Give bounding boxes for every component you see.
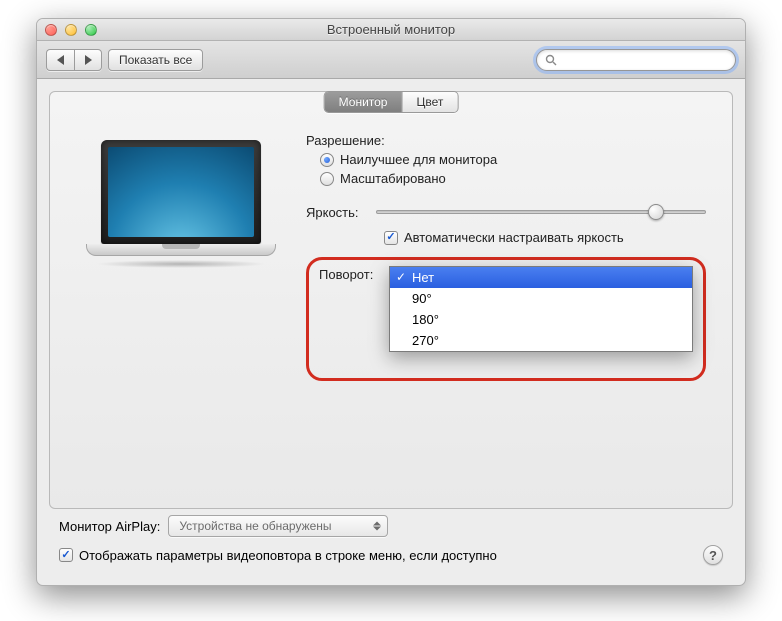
- rotation-label: Поворот:: [319, 266, 379, 282]
- help-button[interactable]: ?: [703, 545, 723, 565]
- laptop-shadow: [96, 260, 266, 268]
- laptop-screen: [108, 147, 254, 237]
- checkbox-icon: ✓: [59, 548, 73, 562]
- back-button[interactable]: [46, 49, 74, 71]
- mirror-row: ✓ Отображать параметры видеоповтора в ст…: [59, 545, 723, 565]
- radio-scaled[interactable]: Масштабировано: [320, 171, 706, 186]
- titlebar: Встроенный монитор: [37, 19, 745, 41]
- search-icon: [545, 54, 557, 66]
- nav-group: [46, 49, 102, 71]
- laptop-notch: [162, 244, 200, 249]
- bottom-area: Монитор AirPlay: Устройства не обнаружен…: [49, 509, 733, 573]
- chevron-right-icon: [85, 55, 92, 65]
- display-preview: [86, 140, 276, 381]
- tab-monitor[interactable]: Монитор: [325, 92, 403, 112]
- airplay-row: Монитор AirPlay: Устройства не обнаружен…: [59, 515, 723, 537]
- tab-bar: Монитор Цвет: [324, 91, 459, 113]
- airplay-label: Монитор AirPlay:: [59, 519, 160, 534]
- slider-track: [376, 210, 706, 214]
- rotation-option-none[interactable]: Нет: [390, 267, 692, 288]
- resolution-row: Разрешение:: [306, 132, 706, 148]
- checkbox-label: Автоматически настраивать яркость: [404, 230, 624, 245]
- rotation-highlight: Поворот: Нет 90° 180° 270°: [306, 257, 706, 381]
- forward-button[interactable]: [74, 49, 102, 71]
- rotation-option-180[interactable]: 180°: [390, 309, 692, 330]
- window-title: Встроенный монитор: [37, 22, 745, 37]
- airplay-select[interactable]: Устройства не обнаружены: [168, 515, 388, 537]
- rotation-option-270[interactable]: 270°: [390, 330, 692, 351]
- rotation-option-90[interactable]: 90°: [390, 288, 692, 309]
- resolution-label: Разрешение:: [306, 132, 385, 148]
- brightness-label: Яркость:: [306, 204, 366, 220]
- laptop-screen-bezel: [101, 140, 261, 244]
- laptop-body: [86, 244, 276, 256]
- main-panel: Монитор Цвет Разрешение:: [49, 91, 733, 509]
- mirror-label: Отображать параметры видеоповтора в стро…: [79, 548, 497, 563]
- airplay-value: Устройства не обнаружены: [179, 519, 331, 533]
- toolbar: Показать все: [37, 41, 745, 79]
- resolution-radio-group: Наилучшее для монитора Масштабировано: [320, 152, 706, 186]
- inner: Разрешение: Наилучшее для монитора Масшт…: [50, 122, 732, 391]
- preferences-window: Встроенный монитор Показать все Монитор …: [36, 18, 746, 586]
- radio-icon: [320, 172, 334, 186]
- show-all-button[interactable]: Показать все: [108, 49, 203, 71]
- content: Монитор Цвет Разрешение:: [37, 79, 745, 585]
- radio-label: Наилучшее для монитора: [340, 152, 497, 167]
- radio-best-for-display[interactable]: Наилучшее для монитора: [320, 152, 706, 167]
- tab-color[interactable]: Цвет: [402, 92, 457, 112]
- mirror-checkbox[interactable]: ✓ Отображать параметры видеоповтора в ст…: [59, 548, 497, 563]
- radio-icon: [320, 153, 334, 167]
- chevron-left-icon: [57, 55, 64, 65]
- rotation-row: Поворот: Нет 90° 180° 270°: [319, 266, 693, 352]
- brightness-slider[interactable]: [376, 210, 706, 214]
- select-arrows-icon: [373, 522, 381, 531]
- search-input[interactable]: [561, 53, 727, 67]
- checkbox-icon: ✓: [384, 231, 398, 245]
- settings-column: Разрешение: Наилучшее для монитора Масшт…: [306, 132, 706, 381]
- radio-label: Масштабировано: [340, 171, 446, 186]
- brightness-row: Яркость:: [306, 204, 706, 220]
- search-field[interactable]: [536, 49, 736, 71]
- slider-knob[interactable]: [648, 204, 664, 220]
- rotation-dropdown[interactable]: Нет 90° 180° 270°: [389, 266, 693, 352]
- auto-brightness-checkbox[interactable]: ✓ Автоматически настраивать яркость: [384, 230, 706, 245]
